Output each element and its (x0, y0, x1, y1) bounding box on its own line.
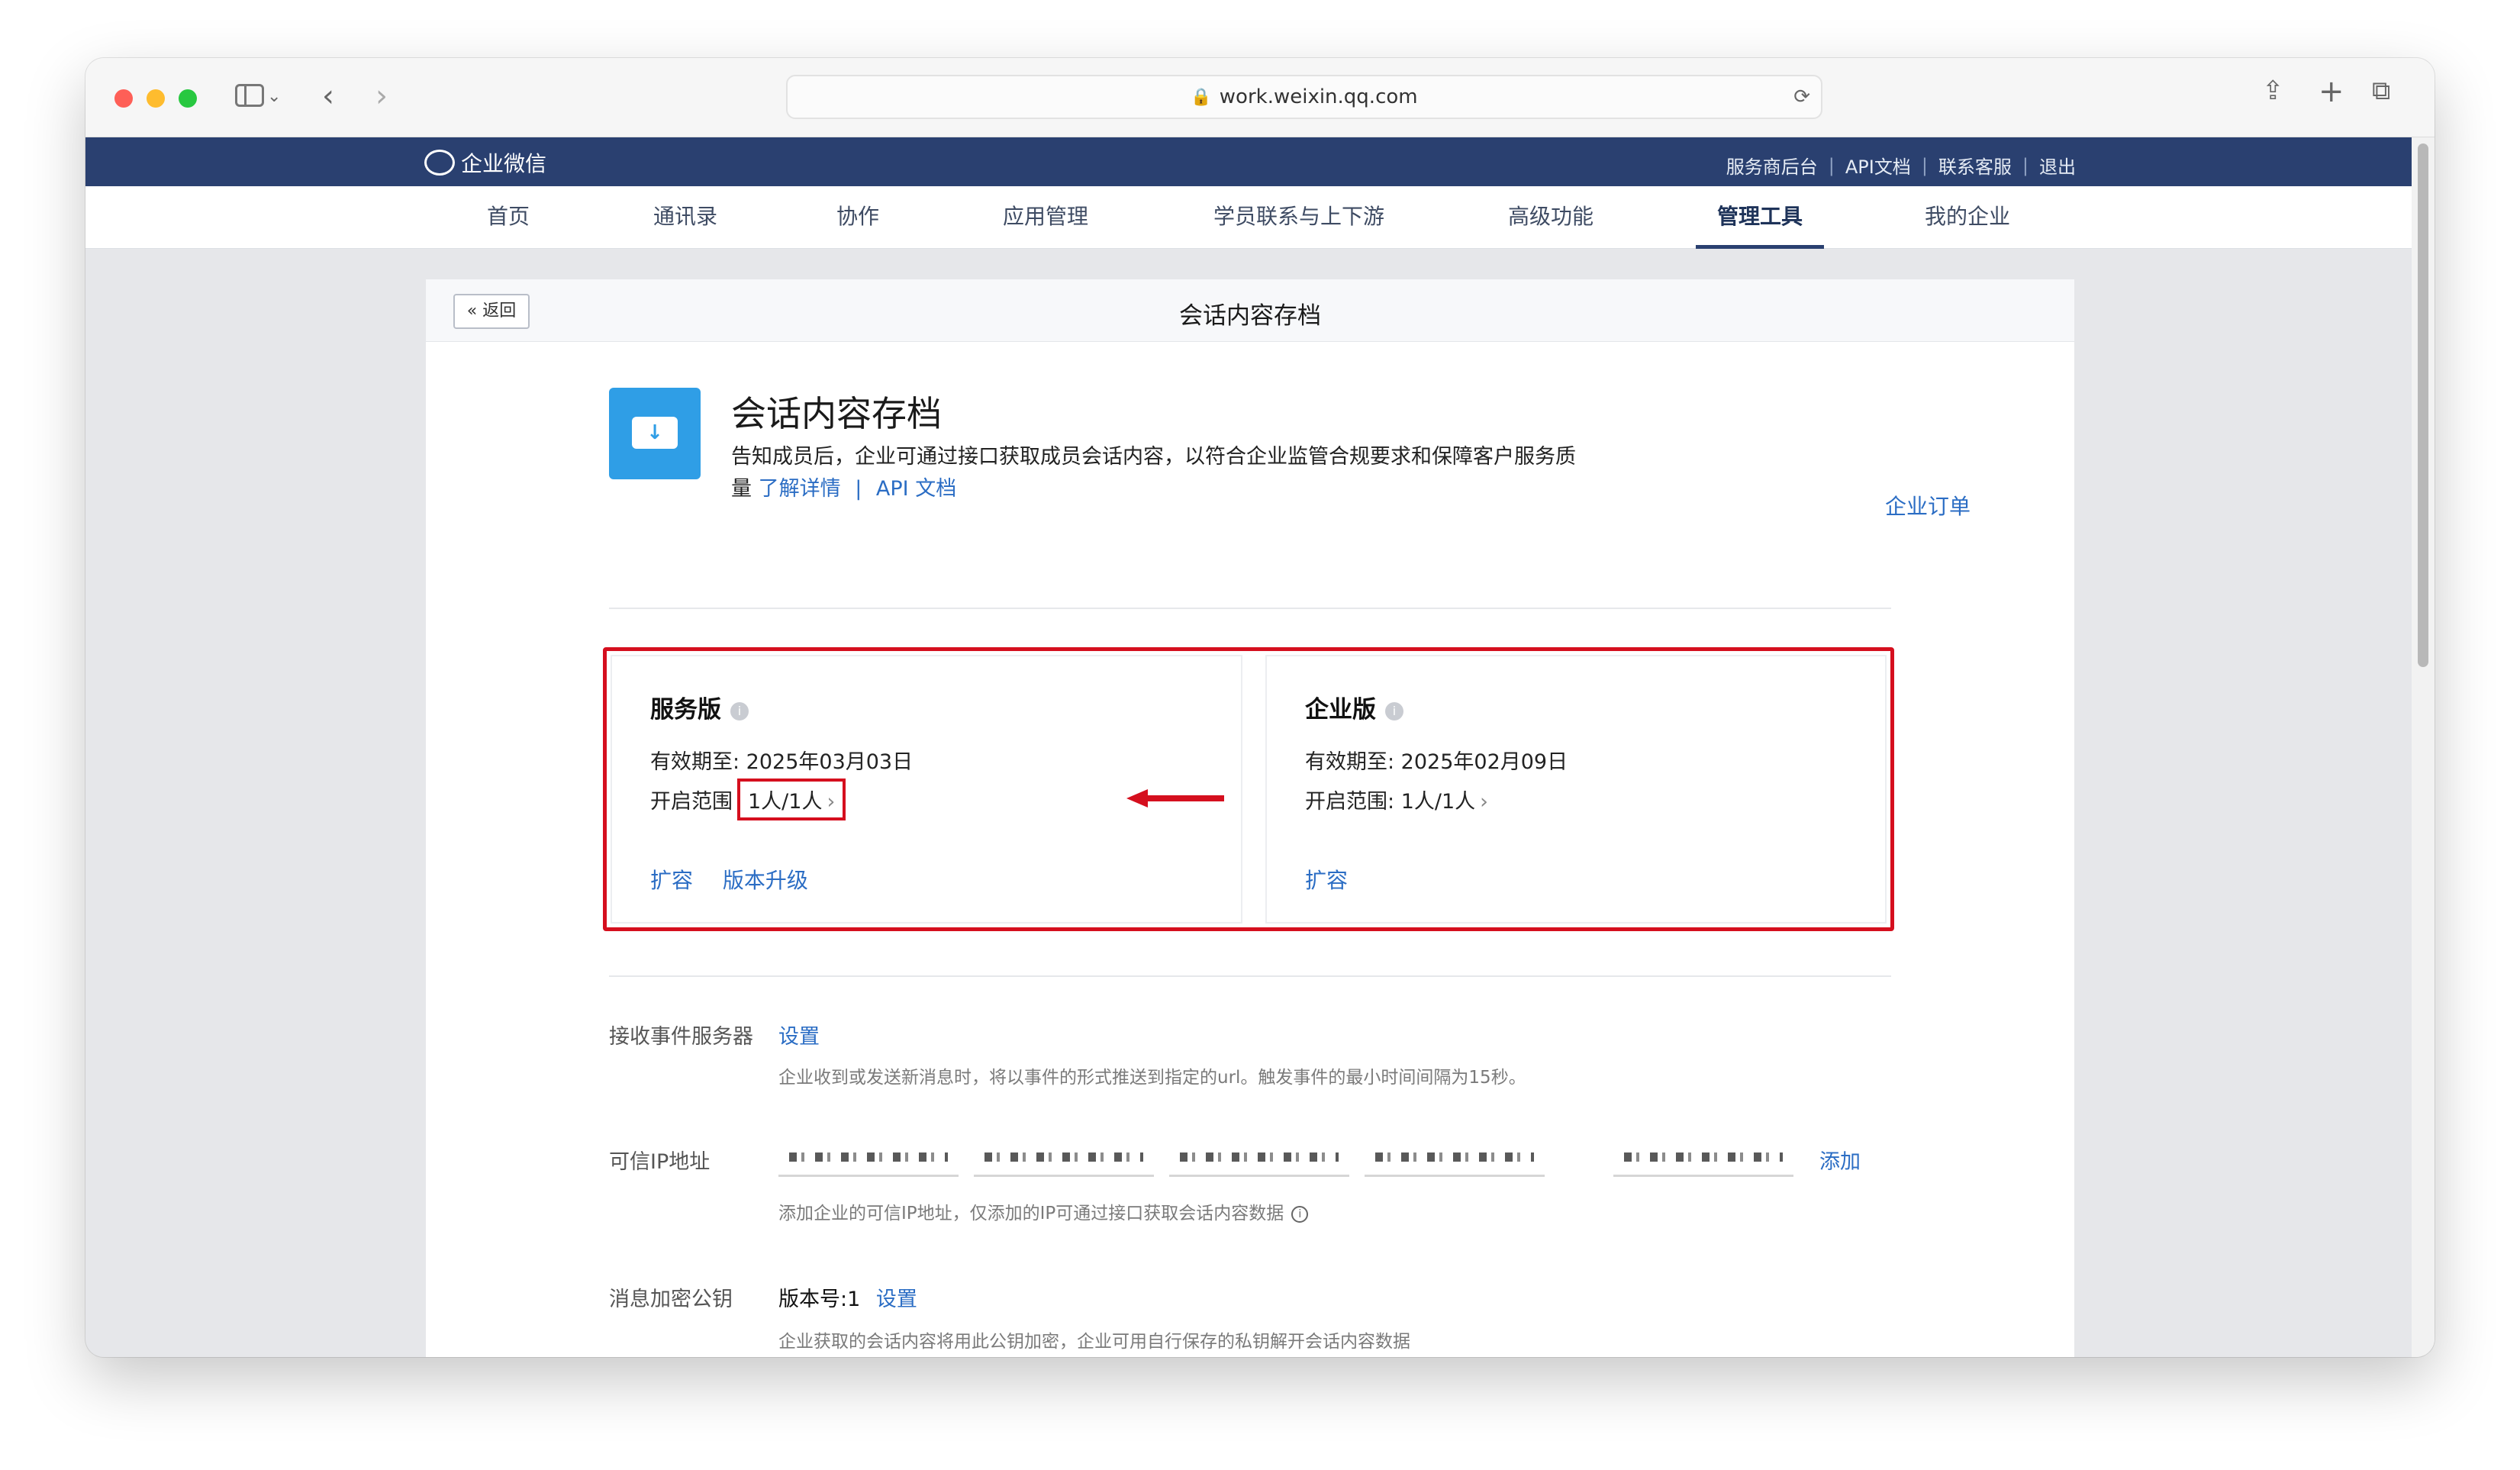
page-scrollbar[interactable] (2412, 137, 2435, 1357)
nav-my-company[interactable]: 我的企业 (1925, 186, 2010, 249)
zoom-window-button[interactable] (179, 89, 197, 108)
site-topbar: 企业微信 服务商后台 | API文档 | 联系客服 | 退出 (85, 137, 2412, 186)
ip-redacted (1624, 1152, 1783, 1162)
forward-arrow-icon[interactable]: › (375, 81, 388, 111)
trusted-ip-field[interactable] (1169, 1136, 1349, 1177)
app-description-text: 告知成员后，企业可通过接口获取成员会话内容，以符合企业监管合规要求和保障客户服务… (731, 445, 1576, 469)
trusted-ip-field[interactable] (1365, 1136, 1545, 1177)
trusted-ip-field[interactable] (974, 1136, 1154, 1177)
browser-window: ⌄ ‹ › 🔒 work.weixin.qq.com ⟳ ⇪ + ⧉ 企业微信 … (85, 58, 2435, 1357)
event-server-hint: 企业收到或发送新消息时，将以事件的形式推送到指定的url。触发事件的最小时间间隔… (778, 1068, 1526, 1088)
link-separator: | (855, 477, 862, 501)
url-text: work.weixin.qq.com (1219, 85, 1418, 108)
trusted-ip-field[interactable] (1613, 1136, 1793, 1177)
learn-more-link[interactable]: 了解详情 (759, 477, 841, 501)
trusted-ip-hint-text: 添加企业的可信IP地址，仅添加的IP可通过接口获取会话内容数据 (778, 1204, 1284, 1223)
close-window-button[interactable] (114, 89, 133, 108)
top-link-api-doc[interactable]: API文档 (1845, 152, 1911, 179)
scrollbar-thumb[interactable] (2418, 143, 2428, 667)
nav-advanced[interactable]: 高级功能 (1508, 186, 1594, 249)
add-ip-link[interactable]: 添加 (1819, 1145, 1861, 1175)
wecom-logo-icon (424, 150, 455, 176)
top-link-provider[interactable]: 服务商后台 (1726, 152, 1818, 179)
nav-contacts[interactable]: 通讯录 (653, 186, 717, 249)
back-arrow-icon[interactable]: ‹ (322, 81, 334, 111)
public-key-version: 版本号:1 (778, 1288, 861, 1311)
nav-collaboration[interactable]: 协作 (836, 186, 879, 249)
reload-icon[interactable]: ⟳ (1793, 85, 1810, 108)
browser-toolbar: ⌄ ‹ › 🔒 work.weixin.qq.com ⟳ ⇪ + ⧉ (85, 58, 2435, 137)
public-key-value: 版本号:1 设置 (778, 1282, 917, 1312)
separator: | (1828, 154, 1835, 176)
company-order-link[interactable]: 企业订单 (1885, 490, 1971, 521)
divider (609, 608, 1891, 609)
download-icon: ↓ (632, 417, 678, 449)
logo-text: 企业微信 (461, 151, 547, 176)
new-tab-icon[interactable]: + (2319, 76, 2344, 107)
app-name: 会话内容存档 (731, 393, 942, 434)
divider (609, 975, 1891, 977)
app-description-cont: 量 (731, 477, 752, 501)
nav-home[interactable]: 首页 (487, 186, 530, 249)
trusted-ip-field[interactable] (778, 1136, 959, 1177)
app-description: 告知成员后，企业可通过接口获取成员会话内容，以符合企业监管合规要求和保障客户服务… (731, 441, 1632, 505)
card-header: « 返回 会话内容存档 (426, 279, 2074, 342)
separator: | (1921, 154, 1928, 176)
ip-redacted (1375, 1152, 1534, 1162)
archive-app-icon: ↓ (609, 388, 701, 479)
main-nav: 首页 通讯录 协作 应用管理 学员联系与上下游 高级功能 管理工具 我的企业 (85, 186, 2412, 249)
event-server-label: 接收事件服务器 (609, 1025, 753, 1049)
trusted-ip-hint: 添加企业的可信IP地址，仅添加的IP可通过接口获取会话内容数据 i (778, 1198, 1309, 1224)
trusted-ip-label: 可信IP地址 (609, 1150, 711, 1174)
sidebar-toggle-icon[interactable] (235, 84, 264, 107)
address-bar[interactable]: 🔒 work.weixin.qq.com ⟳ (786, 75, 1822, 119)
top-link-logout[interactable]: 退出 (2039, 152, 2076, 179)
api-doc-link[interactable]: API 文档 (876, 477, 956, 501)
public-key-setting-link[interactable]: 设置 (876, 1288, 917, 1311)
chevron-down-icon[interactable]: ⌄ (267, 89, 281, 105)
separator: | (2022, 154, 2029, 176)
content-card: « 返回 会话内容存档 ↓ 会话内容存档 告知成员后，企业可通过接口获取成员会话… (426, 279, 2074, 1357)
nav-student-contacts[interactable]: 学员联系与上下游 (1213, 186, 1384, 249)
public-key-label: 消息加密公钥 (609, 1288, 733, 1311)
site-logo[interactable]: 企业微信 (424, 147, 546, 178)
ip-redacted (1180, 1152, 1339, 1162)
red-highlight-box (603, 647, 1894, 931)
ip-redacted (789, 1152, 948, 1162)
nav-app-management[interactable]: 应用管理 (1003, 186, 1088, 249)
top-link-support[interactable]: 联系客服 (1938, 152, 2012, 179)
top-links: 服务商后台 | API文档 | 联系客服 | 退出 (1726, 152, 2076, 179)
public-key-hint: 企业获取的会话内容将用此公钥加密，企业可用自行保存的私钥解开会话内容数据 (778, 1332, 1410, 1352)
tab-overview-icon[interactable]: ⧉ (2372, 78, 2390, 104)
minimize-window-button[interactable] (147, 89, 165, 108)
info-circle-icon[interactable]: i (1291, 1205, 1309, 1223)
nav-management-tools[interactable]: 管理工具 (1695, 186, 1825, 249)
lock-icon: 🔒 (1191, 87, 1212, 107)
ip-redacted (984, 1152, 1143, 1162)
share-icon[interactable]: ⇪ (2262, 78, 2284, 104)
event-server-setting-link[interactable]: 设置 (778, 1020, 820, 1049)
page-title: 会话内容存档 (1179, 302, 1321, 330)
